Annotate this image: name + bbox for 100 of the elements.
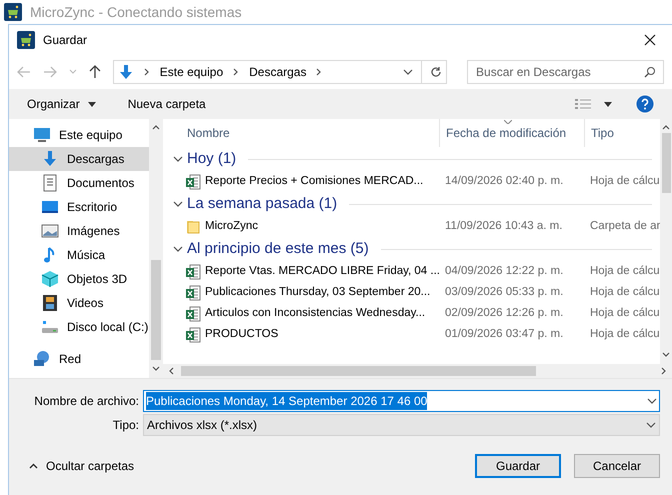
cube-icon [41,270,59,288]
file-type-select[interactable]: Archivos xlsx (*.xlsx) [143,414,660,436]
up-arrow-icon[interactable] [88,65,101,79]
file-row[interactable]: MicroZync 11/09/2026 10:43 a. m. Carpeta de ar [173,216,660,237]
file-name: Articulos con Inconsistencias Wednesday... [205,306,426,321]
file-date: 11/09/2026 10:43 a. m. [444,218,564,234]
file-name: PRODUCTOS [205,326,278,342]
navigation-label: Videos [67,295,104,312]
view-options-icon[interactable] [574,98,592,110]
desktop-icon [41,198,59,216]
column-header[interactable]: Tipo [591,124,614,142]
app-logo-icon [4,3,22,21]
field-label: Tipo: [112,417,139,434]
file-type: Hoja de cálcu [589,284,660,300]
back-arrow-icon[interactable] [17,66,31,78]
navigation-label: Red [59,351,82,368]
folder-icon [185,218,201,234]
new-folder-button[interactable]: Nueva carpeta [128,95,206,113]
dialog-title: Guardar [43,32,88,49]
hide-folders-button[interactable]: Ocultar carpetas [21,457,134,475]
navigation-item[interactable]: Red [9,347,149,371]
scrollbar-thumb[interactable] [181,366,536,376]
breadcrumb-item[interactable]: Este equipo [160,63,224,81]
spreadsheet-file-icon [185,306,201,322]
dialog-icon [17,31,35,49]
group-collapse-chevron-icon [173,154,183,164]
group-collapse-chevron-icon [173,199,183,209]
group-collapse-chevron-icon [173,244,183,254]
file-date: 04/09/2026 12:22 p. m. [444,264,564,279]
navigation-label: Imágenes [67,223,120,240]
file-name: Reporte Precios + Comisiones MERCAD... [205,174,424,189]
column-header[interactable]: Fecha de modificación [446,124,566,142]
scrollbar-thumb[interactable] [662,133,670,193]
picture-icon [41,222,59,240]
file-date: 02/09/2026 12:26 p. m. [444,306,564,321]
dialog-button[interactable]: Guardar [475,454,561,478]
filename-value: Publicaciones Monday, 14 September 2026 17 46 00 [146,392,428,410]
file-row[interactable]: Reporte Vtas. MERCADO LIBRE Friday, 04 ... 04/09/2026 12:22 p. m. Hoja de cálcu [173,261,660,282]
chevron-up-icon [29,463,38,469]
filename-field[interactable]: Publicaciones Monday, 14 September 2026 17 46 00 [143,390,660,412]
file-row[interactable]: PRODUCTOS 01/09/2026 03:47 p. m. Hoja de cálcu [173,324,660,345]
vertical-scrollbar[interactable] [149,119,163,378]
navigation-item[interactable]: Documentos [9,171,149,195]
horizontal-scrollbar[interactable] [163,364,672,378]
dropdown-chevron-icon [646,420,656,430]
spreadsheet-file-icon [185,264,201,280]
search-icon [644,66,656,78]
spreadsheet-file-icon [185,174,201,190]
navigation-item[interactable]: Música [9,243,149,267]
field-label: Nombre de archivo: [33,393,139,410]
breadcrumb-item[interactable]: Descargas [249,63,306,81]
navigation-label: Música [67,247,106,264]
film-icon [41,294,59,312]
navigation-item[interactable]: Este equipo [9,123,149,147]
group-heading[interactable]: La semana pasada (1) [187,192,338,216]
navigation-label: Objetos 3D [67,271,128,288]
navigation-item[interactable]: Imágenes [9,219,149,243]
help-icon[interactable] [636,95,654,113]
drive-icon [41,318,59,336]
monitor-icon [33,126,51,144]
file-type: Hoja de cálcu [589,326,660,342]
dropdown-chevron-icon [403,67,414,77]
file-date: 01/09/2026 03:47 p. m. [444,326,564,342]
dialog-button[interactable]: Cancelar [574,454,660,478]
forward-arrow-icon[interactable] [42,66,57,78]
file-type: Hoja de cálcu [589,306,660,321]
dropdown-caret-icon[interactable] [68,69,77,75]
file-row[interactable]: Articulos con Inconsistencias Wednesday... 02/09/2026 12:26 p. m. Hoja de cálcu [173,303,660,324]
sort-indicator-icon [504,120,512,124]
search-field[interactable]: Buscar en Descargas [467,60,664,84]
down-arrow-icon [41,150,59,168]
navigation-item[interactable]: Disco local (C:) [9,315,149,339]
refresh-icon[interactable] [430,66,442,78]
column-header[interactable]: Nombre [187,124,230,142]
file-name: MicroZync [205,218,258,234]
down-arrow-icon [118,64,134,80]
scrollbar-thumb[interactable] [151,260,161,360]
file-name: Publicaciones Thursday, 03 September 20... [205,284,430,300]
navigation-label: Documentos [67,175,134,192]
navigation-label: Escritorio [67,199,118,216]
dropdown-chevron-icon [647,396,657,406]
file-row[interactable]: Reporte Precios + Comisiones MERCAD... 14/09/2026 02:40 p. m. Hoja de cálcu [173,171,660,192]
navigation-item[interactable]: Descargas [9,147,149,171]
organize-menu-button[interactable]: Organizar [27,95,96,113]
group-heading[interactable]: Al principio de este mes (5) [187,238,369,260]
network-icon [33,350,51,368]
close-icon[interactable] [644,34,656,46]
app-window-title: MicroZync - Conectando sistemas [30,2,242,22]
group-heading[interactable]: Hoy (1) [187,148,236,170]
navigation-label: Descargas [67,151,124,168]
spreadsheet-file-icon [185,326,201,342]
file-row[interactable]: Publicaciones Thursday, 03 September 20... 03/09/2026 05:33 p. m. Hoja de cálcu [173,282,660,303]
navigation-item[interactable]: Escritorio [9,195,149,219]
caret-icon[interactable] [604,102,612,106]
caret-icon [88,102,96,106]
navigation-item[interactable]: Videos [9,291,149,315]
address-bar[interactable]: Este equipo Descargas [112,60,448,84]
file-type: Hoja de cálcu [589,264,660,279]
navigation-item[interactable]: Objetos 3D [9,267,149,291]
spreadsheet-file-icon [185,284,201,300]
